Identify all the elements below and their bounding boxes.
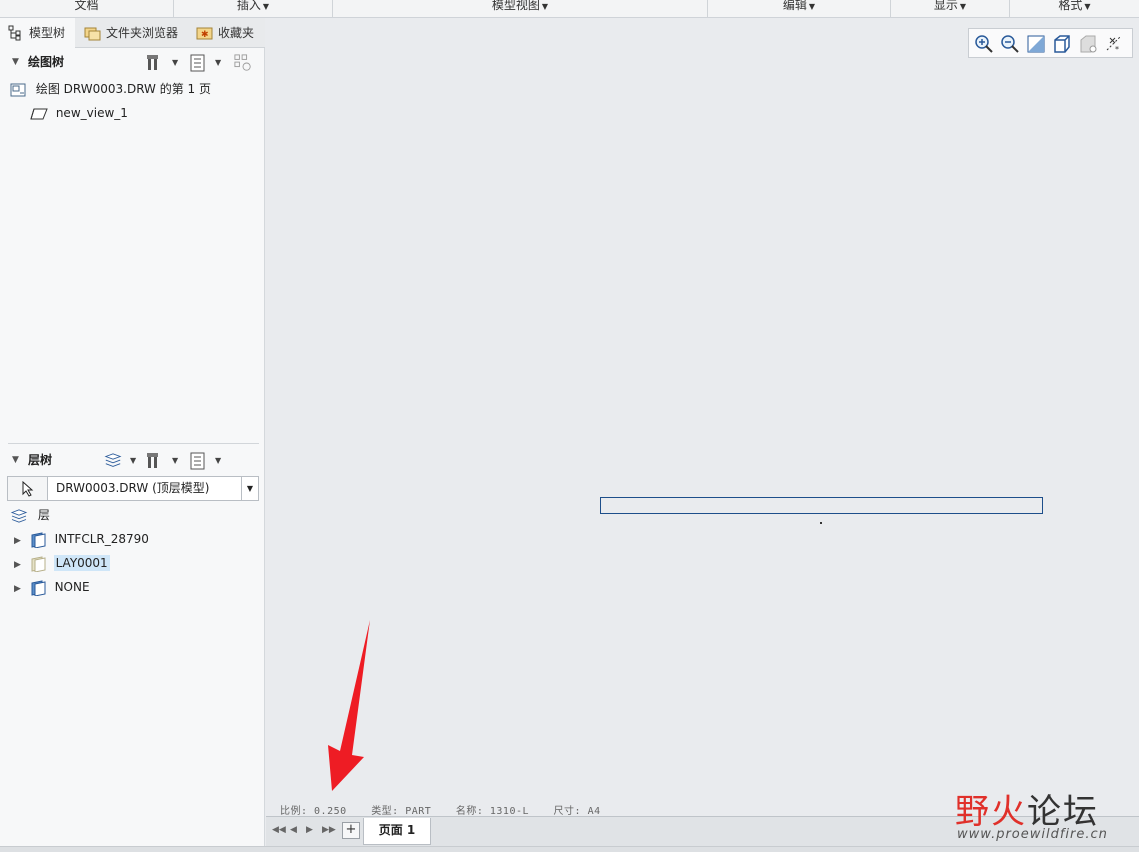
bottom-status-strip <box>0 846 1139 852</box>
drawing-sheet-border[interactable] <box>600 497 1043 514</box>
tab-label: 模型树 <box>29 26 66 40</box>
ribbon-group-label: 格式 <box>1058 0 1083 12</box>
drawing-tree-header[interactable]: ▼ 绘图树 <box>12 50 262 74</box>
layer-tree-header[interactable]: ▼ 层树 <box>12 448 262 472</box>
drawing-sheet-icon <box>10 83 26 96</box>
chevron-down-icon[interactable]: ▼ <box>172 58 178 67</box>
ribbon-group-edit[interactable]: 编辑 ▼ <box>708 0 891 18</box>
repaint-icon[interactable] <box>1052 34 1072 54</box>
ribbon-group-bar: 文档 插入 ▼ 模型视图 ▼ 编辑 ▼ 显示 ▼ 格式 ▼ <box>0 0 1139 18</box>
layer-tree-title: 层树 <box>28 453 53 467</box>
folder-browser-icon <box>84 27 101 41</box>
prev-page-icon[interactable]: ◀ <box>290 825 297 835</box>
add-page-button[interactable]: + <box>342 822 360 839</box>
chevron-down-icon: ▼ <box>262 2 270 11</box>
chevron-down-icon[interactable]: ▼ <box>215 58 221 67</box>
ribbon-group-label: 显示 <box>933 0 958 12</box>
layer-item-label: INTFCLR_28790 <box>54 532 149 546</box>
show-list-icon[interactable] <box>189 452 207 470</box>
settings-tools-icon[interactable] <box>146 54 164 72</box>
navigator-tabs: 模型树 文件夹浏览器 ✱ 收藏夹 <box>0 18 265 48</box>
model-tree-icon <box>8 25 21 41</box>
drawing-tree-title: 绘图树 <box>28 55 65 69</box>
layer-icon <box>31 579 46 597</box>
chevron-down-icon[interactable]: ▼ <box>241 477 258 500</box>
datum-display-icon[interactable]: * <box>1105 34 1125 54</box>
tree-item-drawing-sheet[interactable]: 绘图 DRW0003.DRW 的第 1 页 <box>10 78 211 100</box>
chevron-down-icon: ▼ <box>1084 2 1091 11</box>
ribbon-group-label: 文档 <box>74 0 99 12</box>
svg-text:*: * <box>1115 45 1119 54</box>
annotation-arrow <box>328 620 370 791</box>
tab-model-tree[interactable]: 模型树 <box>0 18 75 48</box>
refit-icon[interactable] <box>1026 34 1046 54</box>
select-pointer-button[interactable] <box>8 477 48 500</box>
pointer-arrow-icon <box>22 481 34 497</box>
origin-point <box>820 522 822 524</box>
ribbon-group-display[interactable]: 显示 ▼ <box>891 0 1010 18</box>
tree-filter-icon[interactable] <box>234 54 252 72</box>
chevron-down-icon[interactable]: ▼ <box>130 456 136 465</box>
tree-item-label: 绘图 DRW0003.DRW 的第 1 页 <box>35 82 211 96</box>
last-page-icon[interactable]: ▶▶ <box>322 825 336 835</box>
ribbon-group-format[interactable]: 格式 ▼ <box>1010 0 1139 18</box>
favorites-icon: ✱ <box>196 27 213 40</box>
ribbon-group-document[interactable]: 文档 <box>0 0 174 18</box>
display-style-icon[interactable] <box>1078 34 1098 54</box>
layer-icon <box>31 531 46 549</box>
first-page-icon[interactable]: ◀◀ <box>272 825 286 835</box>
ribbon-group-insert[interactable]: 插入 ▼ <box>174 0 333 18</box>
expand-triangle-icon[interactable]: ▶ <box>14 584 21 594</box>
watermark-title-red: 野火 <box>955 792 1027 832</box>
tree-item-label: new_view_1 <box>55 106 128 120</box>
watermark-url: www.proewildfire.cn <box>957 827 1108 842</box>
layer-item[interactable]: ▶ NONE <box>14 576 90 598</box>
svg-text:✱: ✱ <box>201 30 209 40</box>
ribbon-group-label: 模型视图 <box>491 0 540 12</box>
collapse-triangle-icon[interactable]: ▼ <box>12 50 19 74</box>
tab-folder-browser[interactable]: 文件夹浏览器 <box>78 18 188 48</box>
tab-page-1[interactable]: 页面 1 <box>363 818 431 845</box>
expand-triangle-icon[interactable]: ▶ <box>14 560 21 570</box>
layers-icon[interactable] <box>104 452 122 470</box>
model-select-value: DRW0003.DRW (顶层模型) <box>56 481 210 495</box>
layers-icon <box>10 508 28 523</box>
active-model-select[interactable]: DRW0003.DRW (顶层模型) ▼ <box>7 476 259 501</box>
tree-item-view[interactable]: new_view_1 <box>30 102 128 124</box>
sheet-info-line: 比例: 0.250 类型: PART 名称: 1310-L 尺寸: A4 <box>280 802 619 817</box>
ribbon-group-model-views[interactable]: 模型视图 ▼ <box>333 0 708 18</box>
chevron-down-icon: ▼ <box>959 2 967 11</box>
expand-triangle-icon[interactable]: ▶ <box>14 536 21 546</box>
chevron-down-icon[interactable]: ▼ <box>172 456 178 465</box>
show-list-icon[interactable] <box>189 54 207 72</box>
zoom-in-icon[interactable] <box>974 34 994 54</box>
layer-item[interactable]: ▶ INTFCLR_28790 <box>14 528 149 550</box>
view-toolbar: * <box>968 28 1133 58</box>
chevron-down-icon: ▼ <box>541 2 549 11</box>
graphics-window[interactable] <box>266 18 1139 816</box>
layer-item[interactable]: ▶ LAY0001 <box>14 552 110 574</box>
zoom-out-icon[interactable] <box>1000 34 1020 54</box>
watermark-title: 论坛 <box>1027 792 1099 832</box>
chevron-down-icon[interactable]: ▼ <box>215 456 221 465</box>
tab-label: 文件夹浏览器 <box>106 26 179 40</box>
view-icon <box>30 108 48 119</box>
layer-root[interactable]: 层 <box>10 504 50 526</box>
ribbon-group-label: 插入 <box>236 0 261 12</box>
navigator-panel: 模型树 文件夹浏览器 ✱ 收藏夹 ▼ 绘图树 ▼ ▼ 绘图 DRW0003.DR… <box>0 18 265 846</box>
chevron-down-icon: ▼ <box>808 2 816 11</box>
next-page-icon[interactable]: ▶ <box>306 825 313 835</box>
layer-hidden-icon <box>31 555 46 573</box>
collapse-triangle-icon[interactable]: ▼ <box>12 448 19 472</box>
layer-item-label: NONE <box>54 580 90 594</box>
layer-item-label: LAY0001 <box>53 555 110 571</box>
settings-tools-icon[interactable] <box>146 452 164 470</box>
tab-favorites[interactable]: ✱ 收藏夹 <box>190 18 265 48</box>
layer-root-label: 层 <box>37 508 50 522</box>
ribbon-group-label: 编辑 <box>782 0 807 12</box>
panel-divider[interactable] <box>8 443 259 444</box>
tab-label: 收藏夹 <box>218 26 255 40</box>
watermark-logo: 野火论坛 <box>955 784 1099 833</box>
